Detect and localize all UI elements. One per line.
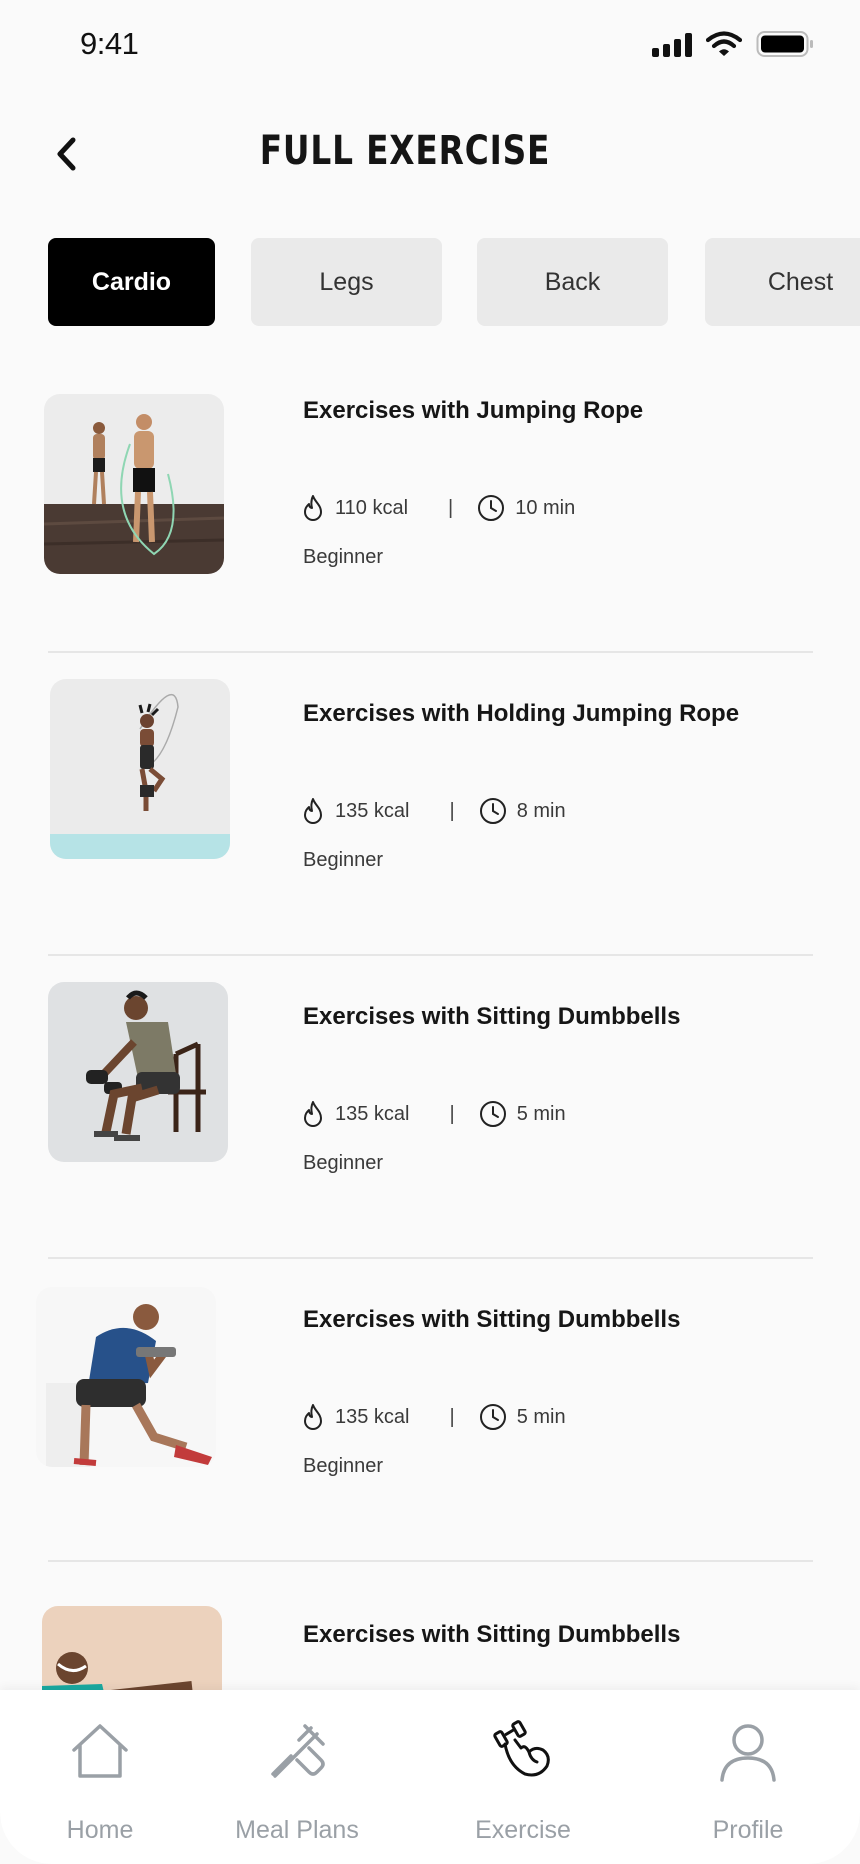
divider <box>48 954 813 956</box>
status-time: 9:41 <box>80 26 139 61</box>
nav-home[interactable]: Home <box>0 1690 200 1864</box>
calories-value: 135 kcal <box>335 1405 410 1428</box>
duration-value: 5 min <box>516 1405 566 1428</box>
cellular-signal-icon <box>652 31 692 57</box>
difficulty-level: Beginner <box>303 849 384 871</box>
tab-legs[interactable]: Legs <box>251 238 442 326</box>
exercise-title: Exercises with Jumping Rope <box>303 397 644 424</box>
nav-exercise[interactable]: Exercise <box>423 1690 623 1864</box>
exercise-thumbnail <box>36 1287 216 1467</box>
exercise-meta: 135 kcal | 5 min <box>301 1403 566 1431</box>
duration-value: 5 min <box>516 1102 566 1125</box>
flame-icon <box>304 798 322 824</box>
utensils-icon <box>271 1724 325 1778</box>
clock-icon <box>478 495 505 521</box>
exercise-title: Exercises with Sitting Dumbbells <box>303 1003 681 1030</box>
exercise-item[interactable]: Exercises with Holding Jumping Rope 135 … <box>0 679 860 986</box>
calories-value: 135 kcal <box>335 799 410 822</box>
nav-label: Meal Plans <box>235 1816 359 1844</box>
home-icon <box>72 1724 128 1778</box>
tab-label: Cardio <box>91 267 172 296</box>
nav-label: Home <box>66 1816 134 1844</box>
divider <box>48 1257 813 1259</box>
flame-icon <box>304 495 322 521</box>
tab-cardio[interactable]: Cardio <box>48 238 215 326</box>
tab-label: Legs <box>319 267 374 296</box>
exercise-title: Exercises with Sitting Dumbbells <box>303 1621 681 1648</box>
exercise-thumbnail <box>44 394 224 574</box>
duration-value: 8 min <box>516 799 566 822</box>
tab-back[interactable]: Back <box>477 238 668 326</box>
nav-label: Profile <box>712 1816 784 1844</box>
difficulty-level: Beginner <box>303 1455 384 1477</box>
exercise-title: Exercises with Sitting Dumbbells <box>303 1306 681 1333</box>
meta-separator: | <box>448 496 454 519</box>
clock-icon <box>479 1404 506 1430</box>
screen: 9:41 FULL EXERCISE Cardio Legs Back Ches… <box>0 0 860 1864</box>
status-icons <box>652 30 814 58</box>
exercise-item[interactable]: Exercises with Sitting Dumbbells 135 kca… <box>0 982 860 1289</box>
profile-icon <box>720 1724 776 1782</box>
difficulty-level: Beginner <box>303 1152 384 1174</box>
meta-separator: | <box>449 1102 455 1125</box>
exercise-thumbnail <box>48 982 228 1162</box>
meta-separator: | <box>449 1405 455 1428</box>
wifi-icon <box>706 31 742 56</box>
exercise-thumbnail <box>50 679 230 859</box>
tab-chest[interactable]: Chest <box>705 238 860 326</box>
duration-value: 10 min <box>515 496 576 519</box>
nav-meal-plans[interactable]: Meal Plans <box>197 1690 397 1864</box>
dumbbell-arm-icon <box>493 1720 550 1777</box>
clock-icon <box>479 1101 506 1127</box>
clock-icon <box>479 798 506 824</box>
category-tabs: Cardio Legs Back Chest <box>48 238 860 326</box>
flame-icon <box>304 1101 322 1127</box>
exercise-item[interactable]: Exercises with Sitting Dumbbells 135 kca… <box>0 1287 860 1592</box>
page-title: FULL EXERCISE <box>259 128 551 174</box>
exercise-item[interactable]: Exercises with Jumping Rope 110 kcal | 1… <box>0 380 860 683</box>
exercise-title: Exercises with Holding Jumping Rope <box>303 700 740 727</box>
flame-icon <box>304 1404 322 1430</box>
calories-value: 135 kcal <box>335 1102 410 1125</box>
exercise-meta: 135 kcal | 8 min <box>301 797 566 825</box>
difficulty-level: Beginner <box>303 546 384 568</box>
bottom-navigation: Home Meal Plans Exercise Profile <box>0 1690 860 1864</box>
nav-profile[interactable]: Profile <box>648 1690 848 1864</box>
nav-label: Exercise <box>475 1816 571 1844</box>
exercise-meta: 110 kcal | 10 min <box>301 494 575 522</box>
divider <box>48 1560 813 1562</box>
tab-label: Back <box>544 267 601 296</box>
battery-icon <box>756 31 813 57</box>
calories-value: 110 kcal <box>335 496 409 519</box>
tab-label: Chest <box>767 267 834 296</box>
meta-separator: | <box>449 799 455 822</box>
exercise-meta: 135 kcal | 5 min <box>301 1100 566 1128</box>
divider <box>48 651 813 653</box>
